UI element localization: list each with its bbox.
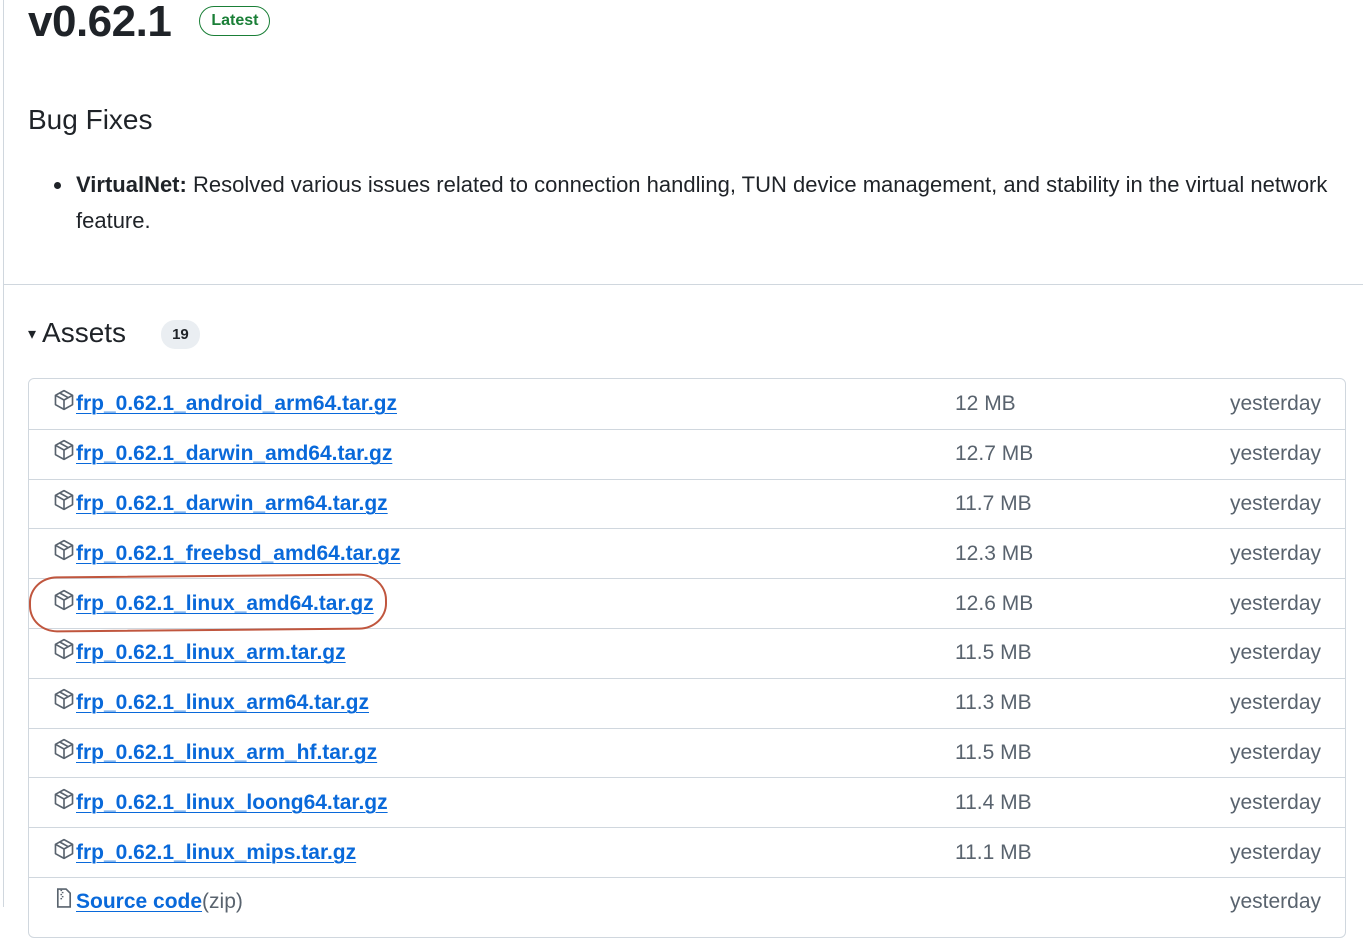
asset-download-link[interactable]: frp_0.62.1_linux_arm.tar.gz: [53, 639, 346, 666]
bullet-text: Resolved various issues related to conne…: [76, 172, 1328, 233]
assets-list: frp_0.62.1_android_arm64.tar.gz 12 MB yest…: [28, 378, 1346, 938]
section-title-bug-fixes: Bug Fixes: [28, 104, 153, 135]
asset-size: 12.6 MB: [955, 591, 1034, 615]
package-icon: [53, 738, 76, 766]
asset-size: 11.1 MB: [955, 840, 1032, 864]
asset-date: yesterday: [1229, 840, 1321, 864]
asset-row: frp_0.62.1_linux_arm.tar.gz 11.5 MB yester…: [29, 627, 1345, 678]
bug-fix-list: VirtualNet: Resolved various issues rela…: [54, 167, 1344, 239]
section-divider: [4, 284, 1363, 285]
release-header: v0.62.1 Latest: [28, 0, 271, 50]
asset-row: frp_0.62.1_linux_amd64.tar.gz 12.6 MB yest…: [29, 578, 1345, 628]
asset-row: frp_0.62.1_android_arm64.tar.gz 12 MB yest…: [29, 379, 1345, 429]
assets-title: Assets: [42, 316, 127, 348]
bullet-bold-label: VirtualNet:: [76, 172, 187, 197]
asset-date: yesterday: [1229, 790, 1321, 814]
asset-size: 12.7 MB: [955, 442, 1034, 466]
package-icon: [53, 489, 76, 517]
asset-name: frp_0.62.1_linux_mips.tar.gz: [76, 840, 357, 864]
asset-name: Source code: [76, 890, 203, 914]
asset-date: yesterday: [1229, 591, 1321, 615]
asset-name: frp_0.62.1_darwin_amd64.tar.gz: [76, 442, 393, 466]
asset-size: 11.7 MB: [955, 491, 1032, 515]
asset-date: yesterday: [1229, 442, 1321, 466]
asset-date: yesterday: [1229, 740, 1321, 764]
asset-name: frp_0.62.1_linux_arm.tar.gz: [76, 641, 346, 665]
asset-row: frp_0.62.1_linux_arm_hf.tar.gz 11.5 MB yes…: [29, 727, 1345, 778]
asset-row: frp_0.62.1_freebsd_amd64.tar.gz 12.3 MB ye…: [29, 528, 1345, 578]
asset-size: 11.5 MB: [955, 641, 1032, 665]
asset-row-source-code: Source code (zip) yesterday: [29, 876, 1345, 927]
asset-size: 11.3 MB: [955, 691, 1032, 715]
package-icon: [53, 389, 76, 417]
asset-download-link[interactable]: frp_0.62.1_linux_loong64.tar.gz: [53, 788, 388, 816]
assets-toggle[interactable]: ▾ Assets 19: [28, 316, 200, 349]
asset-name: frp_0.62.1_linux_amd64.tar.gz: [76, 591, 374, 615]
asset-download-link[interactable]: frp_0.62.1_darwin_arm64.tar.gz: [53, 489, 388, 517]
asset-date: yesterday: [1229, 641, 1321, 665]
asset-row: frp_0.62.1_darwin_amd64.tar.gz 12.7 MB yes…: [29, 428, 1345, 479]
asset-date: yesterday: [1229, 890, 1321, 914]
assets-count-badge: 19: [161, 320, 200, 349]
asset-name: frp_0.62.1_android_arm64.tar.gz: [76, 391, 397, 415]
caret-down-icon: ▾: [28, 325, 37, 343]
package-icon: [53, 688, 76, 716]
asset-suffix: (zip): [202, 890, 243, 914]
asset-name: frp_0.62.1_freebsd_amd64.tar.gz: [76, 541, 401, 565]
asset-size: 12 MB: [955, 391, 1016, 415]
asset-download-link[interactable]: frp_0.62.1_linux_mips.tar.gz: [53, 838, 357, 866]
latest-badge: Latest: [199, 6, 271, 36]
asset-date: yesterday: [1229, 691, 1321, 715]
asset-download-link[interactable]: frp_0.62.1_darwin_amd64.tar.gz: [53, 440, 393, 467]
asset-name: frp_0.62.1_linux_loong64.tar.gz: [76, 790, 388, 814]
package-icon: [53, 788, 76, 816]
asset-date: yesterday: [1229, 491, 1321, 515]
file-zip-icon: [53, 888, 76, 915]
asset-size: 11.4 MB: [955, 790, 1032, 814]
package-icon: [53, 639, 76, 666]
list-item: VirtualNet: Resolved various issues rela…: [54, 167, 1344, 239]
asset-name: frp_0.62.1_darwin_arm64.tar.gz: [76, 491, 388, 515]
asset-download-link[interactable]: frp_0.62.1_linux_arm64.tar.gz: [53, 688, 369, 716]
asset-download-link[interactable]: frp_0.62.1_freebsd_amd64.tar.gz: [53, 539, 401, 567]
asset-row: frp_0.62.1_darwin_arm64.tar.gz 11.7 MB yes…: [29, 478, 1345, 529]
release-version[interactable]: v0.62.1: [28, 0, 172, 44]
asset-download-link[interactable]: frp_0.62.1_linux_amd64.tar.gz: [53, 589, 374, 617]
asset-name: frp_0.62.1_linux_arm64.tar.gz: [76, 691, 369, 715]
asset-size: 11.5 MB: [955, 740, 1032, 764]
asset-row: frp_0.62.1_linux_arm64.tar.gz 11.3 MB yest…: [29, 677, 1345, 728]
asset-date: yesterday: [1229, 541, 1321, 565]
source-code-zip-link[interactable]: Source code (zip): [53, 888, 243, 915]
asset-date: yesterday: [1229, 391, 1321, 415]
asset-download-link[interactable]: frp_0.62.1_android_arm64.tar.gz: [53, 389, 397, 417]
package-icon: [53, 440, 76, 467]
release-page: v0.62.1 Latest Bug Fixes VirtualNet: Res…: [3, 0, 1363, 938]
asset-size: 12.3 MB: [955, 541, 1034, 565]
asset-row: frp_0.62.1_linux_loong64.tar.gz 11.4 MB ye…: [29, 777, 1345, 827]
asset-name: frp_0.62.1_linux_arm_hf.tar.gz: [76, 740, 378, 764]
package-icon: [53, 838, 76, 866]
asset-download-link[interactable]: frp_0.62.1_linux_arm_hf.tar.gz: [53, 738, 378, 766]
package-icon: [53, 539, 76, 567]
package-icon: [53, 589, 76, 617]
asset-row: frp_0.62.1_linux_mips.tar.gz 11.1 MB yeste…: [29, 827, 1345, 877]
